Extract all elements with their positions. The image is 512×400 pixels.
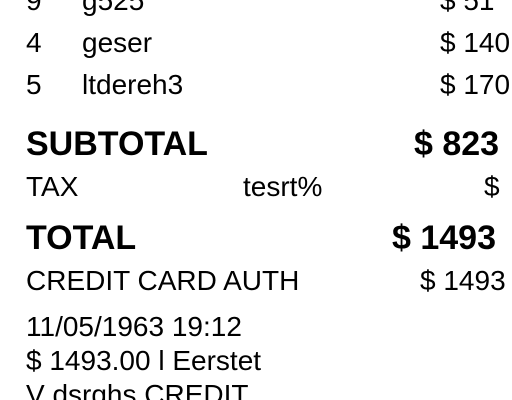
transaction-datetime: 11/05/1963 19:12 [26, 311, 242, 342]
tax-value: $ [484, 171, 500, 202]
tax-rate: tesrt% [243, 171, 323, 202]
subtotal-label: SUBTOTAL [26, 125, 208, 163]
item-quantity: 5 [26, 69, 42, 100]
item-name: geser [82, 27, 153, 58]
tax-label: TAX [26, 171, 79, 202]
transaction-amount-line: $ 1493.00 l Eerstet [26, 345, 262, 376]
item-price: $ 170 [440, 69, 511, 100]
credit-card-auth-value: $ 1493 [420, 265, 506, 296]
item-name: g525 [82, 0, 145, 16]
item-quantity: 4 [26, 27, 42, 58]
transaction-card-line: V dsrghs CREDIT [26, 379, 249, 400]
item-name: ltdereh3 [82, 69, 184, 100]
credit-card-auth-label: CREDIT CARD AUTH [26, 265, 300, 296]
receipt: 9 g525 $ 51 4 geser $ 140 5 ltdereh3 $ 1… [0, 0, 512, 400]
total-value: $ 1493 [392, 219, 496, 257]
item-quantity: 9 [26, 0, 42, 16]
subtotal-value: $ 823 [414, 125, 500, 163]
item-price: $ 140 [440, 27, 511, 58]
item-price: $ 51 [440, 0, 495, 16]
total-label: TOTAL [26, 219, 137, 257]
